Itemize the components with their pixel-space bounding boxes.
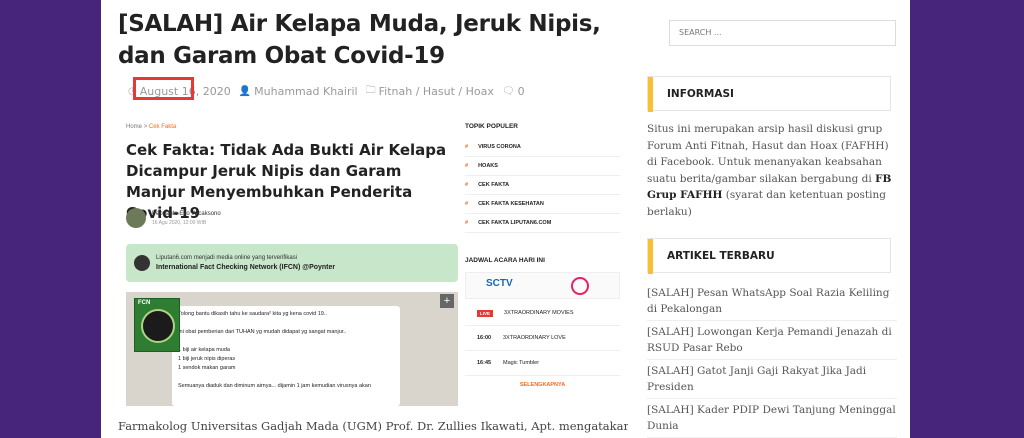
topik-title: TOPIK POPULER <box>465 123 518 130</box>
chat-line: Tolong bantu dikasih tahu ke saudara² ki… <box>178 311 327 317</box>
chat-bubble: Tolong bantu dikasih tahu ke saudara² ki… <box>172 306 400 406</box>
schedule-row: LIVE 3XTRAORDINARY MOVIES <box>465 301 620 326</box>
article-category[interactable]: Fitnah / Hasut / Hoax <box>379 85 494 98</box>
recent-article-link[interactable]: [SALAH] Gatot Janji Gaji Rakyat Jika Jad… <box>647 362 897 399</box>
page-content: [SALAH] Air Kelapa Muda, Jeruk Nipis, da… <box>101 0 910 438</box>
chat-line <box>178 337 394 346</box>
topik-label: HOAKS <box>478 163 498 169</box>
informasi-widget-header: INFORMASI <box>647 76 891 112</box>
topik-item: # VIRUS CORONA <box>465 138 620 157</box>
comments-link[interactable]: 🗨 0 <box>502 85 525 98</box>
artikel-terbaru-title: ARTIKEL TERBARU <box>667 250 775 262</box>
ifcn-line2: International Fact Checking Network (IFC… <box>156 263 336 271</box>
shot-author: Pebrianto Eko Wicaksono 16 Agu 2020, 12:… <box>126 208 221 228</box>
hash-icon: # <box>465 201 469 207</box>
widget-accent-bar <box>648 239 653 274</box>
article-title: [SALAH] Air Kelapa Muda, Jeruk Nipis, da… <box>118 11 601 69</box>
chat-line: 1 sendok makan garam <box>178 365 236 371</box>
shot-author-date: 16 Agu 2020, 12:00 WIB <box>152 219 207 226</box>
shot-author-name: Pebrianto Eko Wicaksono <box>152 210 221 217</box>
schedule-row: 16:45 Magic Tumbler <box>465 351 620 376</box>
search-input[interactable]: SEARCH ... <box>669 20 896 46</box>
chat-line: Ini obat pemberian dari TUHAN yg mudah d… <box>178 329 347 335</box>
ifcn-line1: Liputan6.com menjadi media online yang t… <box>156 254 298 261</box>
topik-item: # HOAKS <box>465 157 620 176</box>
schedule-more: SELENGKAPNYA <box>519 382 566 388</box>
shot-breadcrumb-home: Home <box>126 124 143 130</box>
user-icon: 👤 <box>238 86 252 97</box>
shot-ifcn-banner: Liputan6.com menjadi media online yang t… <box>126 244 458 282</box>
fafhh-label: FCN <box>138 300 151 306</box>
page-background-right <box>910 0 1024 438</box>
recent-article-link[interactable]: [SALAH] Lowongan Kerja Pemandi Jenazah d… <box>647 323 897 360</box>
topik-label: CEK FAKTA LIPUTAN6.COM <box>478 220 552 226</box>
shot-breadcrumb-sep: > <box>143 124 148 130</box>
shot-sidebar: TOPIK POPULER # VIRUS CORONA # HOAKS # CEK … <box>465 118 624 406</box>
fafhh-seal <box>141 309 175 343</box>
article-author[interactable]: Muhammad Khairil <box>254 85 357 98</box>
widget-accent-bar <box>648 77 653 112</box>
jadwal-title: JADWAL ACARA HARI INI <box>465 257 545 264</box>
shot-topik-populer: TOPIK POPULER # VIRUS CORONA # HOAKS # CEK … <box>465 123 620 233</box>
topik-item: # CEK FAKTA <box>465 176 620 195</box>
schedule-time: 16:45 <box>477 360 492 366</box>
sctv-logo: SCTV <box>486 278 513 289</box>
category-link[interactable]: 🗀 Fitnah / Hasut / Hoax <box>366 83 494 100</box>
folder-icon: 🗀 <box>365 85 376 96</box>
topik-item: # CEK FAKTA KESEHATAN <box>465 195 620 214</box>
article-body: Farmakolog Universitas Gadjah Mada (UGM)… <box>118 419 628 433</box>
schedule-time: 16:00 <box>477 335 492 341</box>
shot-jadwal: JADWAL ACARA HARI INI SCTV LIVE 3XTRAORD… <box>465 257 620 388</box>
recent-article-link[interactable]: [SALAH] Kader PDIP Dewi Tanjung Meningga… <box>647 401 897 438</box>
fafhh-stamp-logo: FCN <box>134 298 180 352</box>
topik-label: CEK FAKTA <box>478 182 510 188</box>
hash-icon: # <box>465 182 469 188</box>
informasi-text: Situs ini merupakan arsip hasil diskusi … <box>647 121 897 220</box>
shot-whatsapp-image: Tolong bantu dikasih tahu ke saudara² ki… <box>126 292 458 406</box>
avatar <box>126 208 146 228</box>
chat-line <box>178 319 394 328</box>
article-screenshot-image: Home > Cek Fakta Cek Fakta: Tidak Ada Bu… <box>120 118 624 406</box>
recent-article-link[interactable]: [SALAH] Pesan WhatsApp Soal Razia Kelili… <box>647 284 897 321</box>
shot-breadcrumb-cat: Cek Fakta <box>148 124 177 130</box>
chat-line: 1 biji air kelapa muda <box>178 347 230 353</box>
live-badge: LIVE <box>477 309 494 317</box>
chat-line: 1 biji jeruk nipis diperas <box>178 356 236 362</box>
artikel-terbaru-widget-header: ARTIKEL TERBARU <box>647 238 891 274</box>
schedule-show: 3XTRAORDINARY LOVE <box>503 335 566 341</box>
comment-count[interactable]: 0 <box>518 85 525 98</box>
ifcn-logo-icon <box>134 255 150 271</box>
recent-articles-list: [SALAH] Pesan WhatsApp Soal Razia Kelili… <box>647 284 897 438</box>
hash-icon: # <box>465 163 469 169</box>
chat-line: Semuanya diaduk dan diminum airnya... di… <box>178 383 371 389</box>
expand-plus-icon: + <box>440 294 454 308</box>
chat-line <box>178 373 394 382</box>
hash-icon: # <box>465 220 469 226</box>
comment-icon: 🗨 <box>501 86 515 97</box>
topik-label: VIRUS CORONA <box>478 144 521 150</box>
indosiar-logo-icon <box>571 277 589 295</box>
topik-label: CEK FAKTA KESEHATAN <box>478 201 544 207</box>
shot-breadcrumb: Home > Cek Fakta <box>126 124 176 130</box>
author-link[interactable]: 👤 Muhammad Khairil <box>239 85 358 98</box>
schedule-list: LIVE 3XTRAORDINARY MOVIES 16:00 3XTRAORD… <box>465 301 620 376</box>
info-body: Situs ini merupakan arsip hasil diskusi … <box>647 123 889 185</box>
topik-item: # CEK FAKTA LIPUTAN6.COM <box>465 214 620 233</box>
schedule-row: 16:00 3XTRAORDINARY LOVE <box>465 326 620 351</box>
schedule-show: Magic Tumbler <box>503 360 540 366</box>
informasi-title: INFORMASI <box>667 88 734 100</box>
page-background-left <box>0 0 101 438</box>
date-highlight-box <box>133 77 194 100</box>
hash-icon: # <box>465 144 469 150</box>
schedule-show: 3XTRAORDINARY MOVIES <box>504 310 574 316</box>
channel-logos: SCTV <box>465 272 620 299</box>
